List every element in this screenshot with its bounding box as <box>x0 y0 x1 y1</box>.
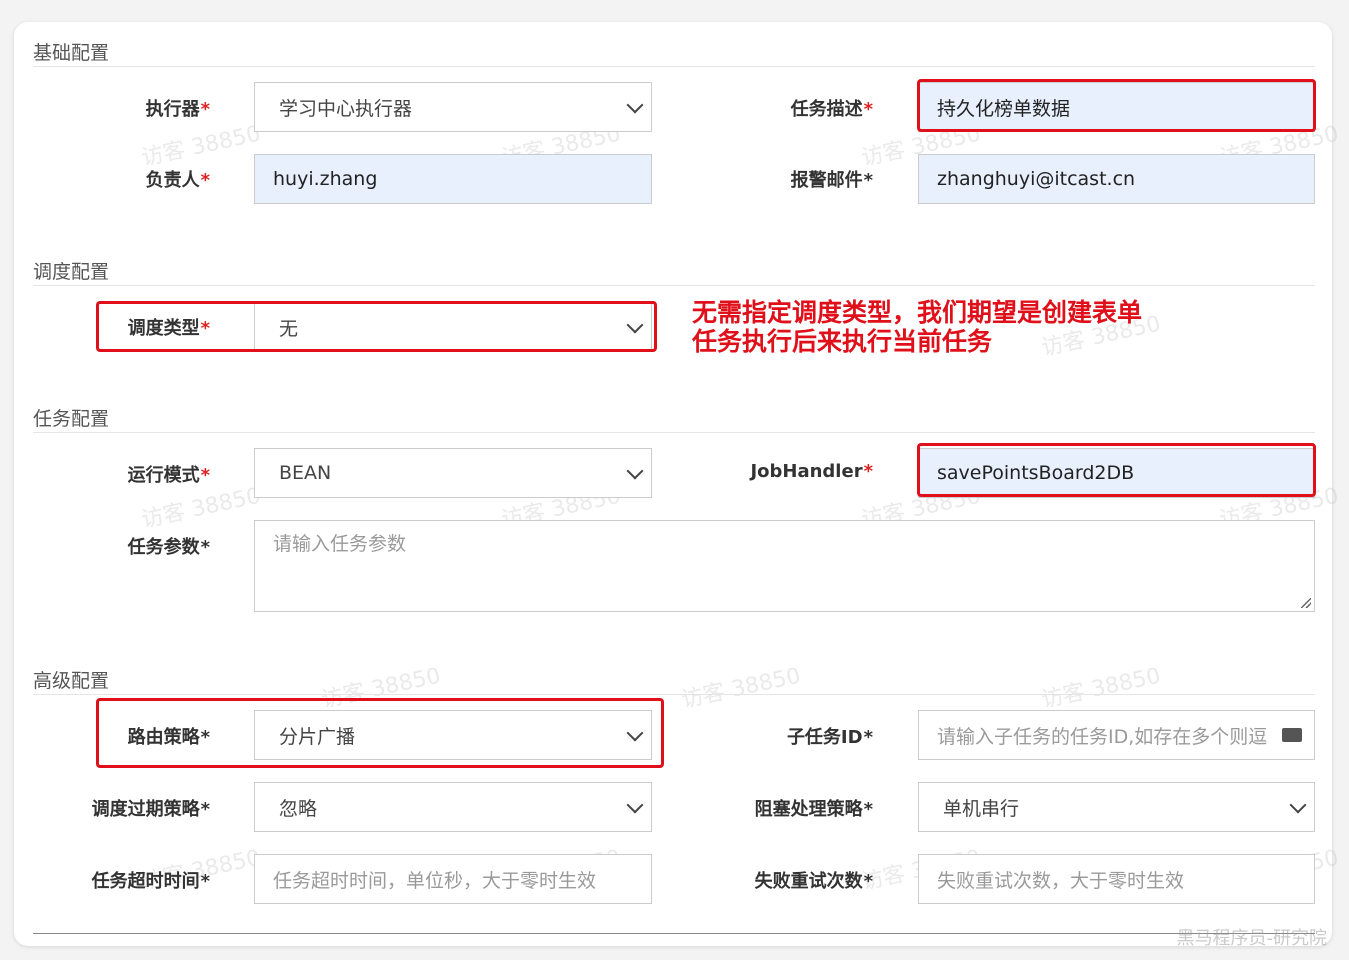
executor-label-text: 执行器 <box>145 99 200 120</box>
footer-divider <box>33 933 1315 934</box>
chevron-down-icon <box>626 316 644 334</box>
chevron-down-icon <box>1289 796 1307 814</box>
schedule-type-value: 无 <box>279 317 299 340</box>
required-mark: * <box>200 799 210 820</box>
job-desc-value: 持久化榜单数据 <box>937 97 1071 120</box>
misfire-label-text: 调度过期策略 <box>91 799 200 820</box>
email-label-text: 报警邮件 <box>790 170 863 191</box>
timeout-placeholder: 任务超时时间，单位秒，大于零时生效 <box>273 869 597 892</box>
child-job-label: 子任务ID* <box>787 723 873 749</box>
desc-label: 任务描述* <box>791 95 873 121</box>
chevron-down-icon <box>626 96 644 114</box>
job-handler-label: JobHandler* <box>750 461 873 482</box>
required-mark: * <box>200 727 210 748</box>
timeout-label-text: 任务超时时间 <box>91 871 200 892</box>
section-title-advanced: 高级配置 <box>33 670 110 692</box>
child-job-input[interactable]: 请输入子任务的任务ID,如存在多个则逗 <box>918 710 1315 760</box>
block-strategy-label: 阻塞处理策略* <box>755 795 873 821</box>
schedule-type-label-text: 调度类型 <box>127 318 200 339</box>
retry-label: 失败重试次数* <box>755 867 873 893</box>
required-mark: * <box>863 99 873 120</box>
required-mark: * <box>200 170 210 191</box>
required-mark: * <box>200 537 210 558</box>
divider <box>33 285 1315 286</box>
task-params-textarea[interactable]: 请输入任务参数 <box>254 520 1315 612</box>
section-title-basic: 基础配置 <box>33 42 110 64</box>
chevron-down-icon <box>626 462 644 480</box>
job-handler-input[interactable]: savePointsBoard2DB <box>918 448 1315 498</box>
email-label: 报警邮件* <box>791 166 873 192</box>
divider <box>33 66 1315 67</box>
chevron-down-icon <box>626 724 644 742</box>
executor-select-value: 学习中心执行器 <box>279 97 413 120</box>
route-label-text: 路由策略 <box>127 727 200 748</box>
required-mark: * <box>200 318 210 339</box>
required-mark: * <box>863 170 873 191</box>
annotation-note: 无需指定调度类型，我们期望是创建表单 任务执行后来执行当前任务 <box>692 298 1142 356</box>
chevron-down-icon <box>626 796 644 814</box>
job-handler-value: savePointsBoard2DB <box>937 462 1135 484</box>
alarm-email-value: zhanghuyi@itcast.cn <box>937 168 1136 190</box>
retry-count-input[interactable]: 失败重试次数，大于零时生效 <box>918 854 1315 904</box>
task-params-placeholder: 请输入任务参数 <box>273 533 407 555</box>
schedule-type-label: 调度类型* <box>128 314 210 340</box>
executor-label: 执行器* <box>146 95 210 121</box>
required-mark: * <box>863 799 873 820</box>
retry-label-text: 失败重试次数 <box>754 871 863 892</box>
job-handler-label-text: JobHandler <box>750 461 863 482</box>
misfire-strategy-value: 忽略 <box>279 797 318 820</box>
section-title-task: 任务配置 <box>33 408 110 430</box>
task-params-label: 任务参数* <box>128 533 210 559</box>
required-mark: * <box>863 727 873 748</box>
misfire-strategy-select[interactable]: 忽略 <box>254 782 652 832</box>
divider <box>33 694 1315 695</box>
annotation-line-1: 无需指定调度类型，我们期望是创建表单 <box>692 298 1143 327</box>
route-strategy-value: 分片广播 <box>279 725 356 748</box>
executor-select[interactable]: 学习中心执行器 <box>254 82 652 132</box>
child-job-placeholder: 请输入子任务的任务ID,如存在多个则逗 <box>937 725 1268 748</box>
run-mode-value: BEAN <box>279 462 332 484</box>
run-mode-select[interactable]: BEAN <box>254 448 652 498</box>
keyboard-icon <box>1282 728 1302 742</box>
required-mark: * <box>200 465 210 486</box>
job-desc-input[interactable]: 持久化榜单数据 <box>918 82 1315 132</box>
required-mark: * <box>200 99 210 120</box>
annotation-line-2: 任务执行后来执行当前任务 <box>692 327 993 356</box>
block-strategy-select[interactable]: 单机串行 <box>918 782 1315 832</box>
child-job-label-text: 子任务ID <box>786 727 863 748</box>
resize-handle-icon[interactable] <box>1301 598 1311 608</box>
timeout-label: 任务超时时间* <box>92 867 210 893</box>
retry-count-placeholder: 失败重试次数，大于零时生效 <box>937 869 1185 892</box>
timeout-input[interactable]: 任务超时时间，单位秒，大于零时生效 <box>254 854 652 904</box>
route-strategy-select[interactable]: 分片广播 <box>254 710 652 760</box>
owner-input[interactable]: huyi.zhang <box>254 154 652 204</box>
block-strategy-value: 单机串行 <box>943 797 1020 820</box>
task-params-label-text: 任务参数 <box>127 537 200 558</box>
owner-label: 负责人* <box>146 166 210 192</box>
alarm-email-input[interactable]: zhanghuyi@itcast.cn <box>918 154 1315 204</box>
run-mode-label-text: 运行模式 <box>127 465 200 486</box>
credit-watermark: 黑马程序员-研究院 <box>1176 928 1328 949</box>
divider <box>33 432 1315 433</box>
desc-label-text: 任务描述 <box>790 99 863 120</box>
owner-label-text: 负责人 <box>145 170 200 191</box>
block-strategy-label-text: 阻塞处理策略 <box>754 799 863 820</box>
run-mode-label: 运行模式* <box>128 461 210 487</box>
misfire-label: 调度过期策略* <box>92 795 210 821</box>
required-mark: * <box>863 871 873 892</box>
route-label: 路由策略* <box>128 723 210 749</box>
schedule-type-select[interactable]: 无 <box>254 302 652 352</box>
owner-value: huyi.zhang <box>273 168 378 190</box>
required-mark: * <box>200 871 210 892</box>
required-mark: * <box>863 461 873 482</box>
section-title-schedule: 调度配置 <box>33 261 110 283</box>
